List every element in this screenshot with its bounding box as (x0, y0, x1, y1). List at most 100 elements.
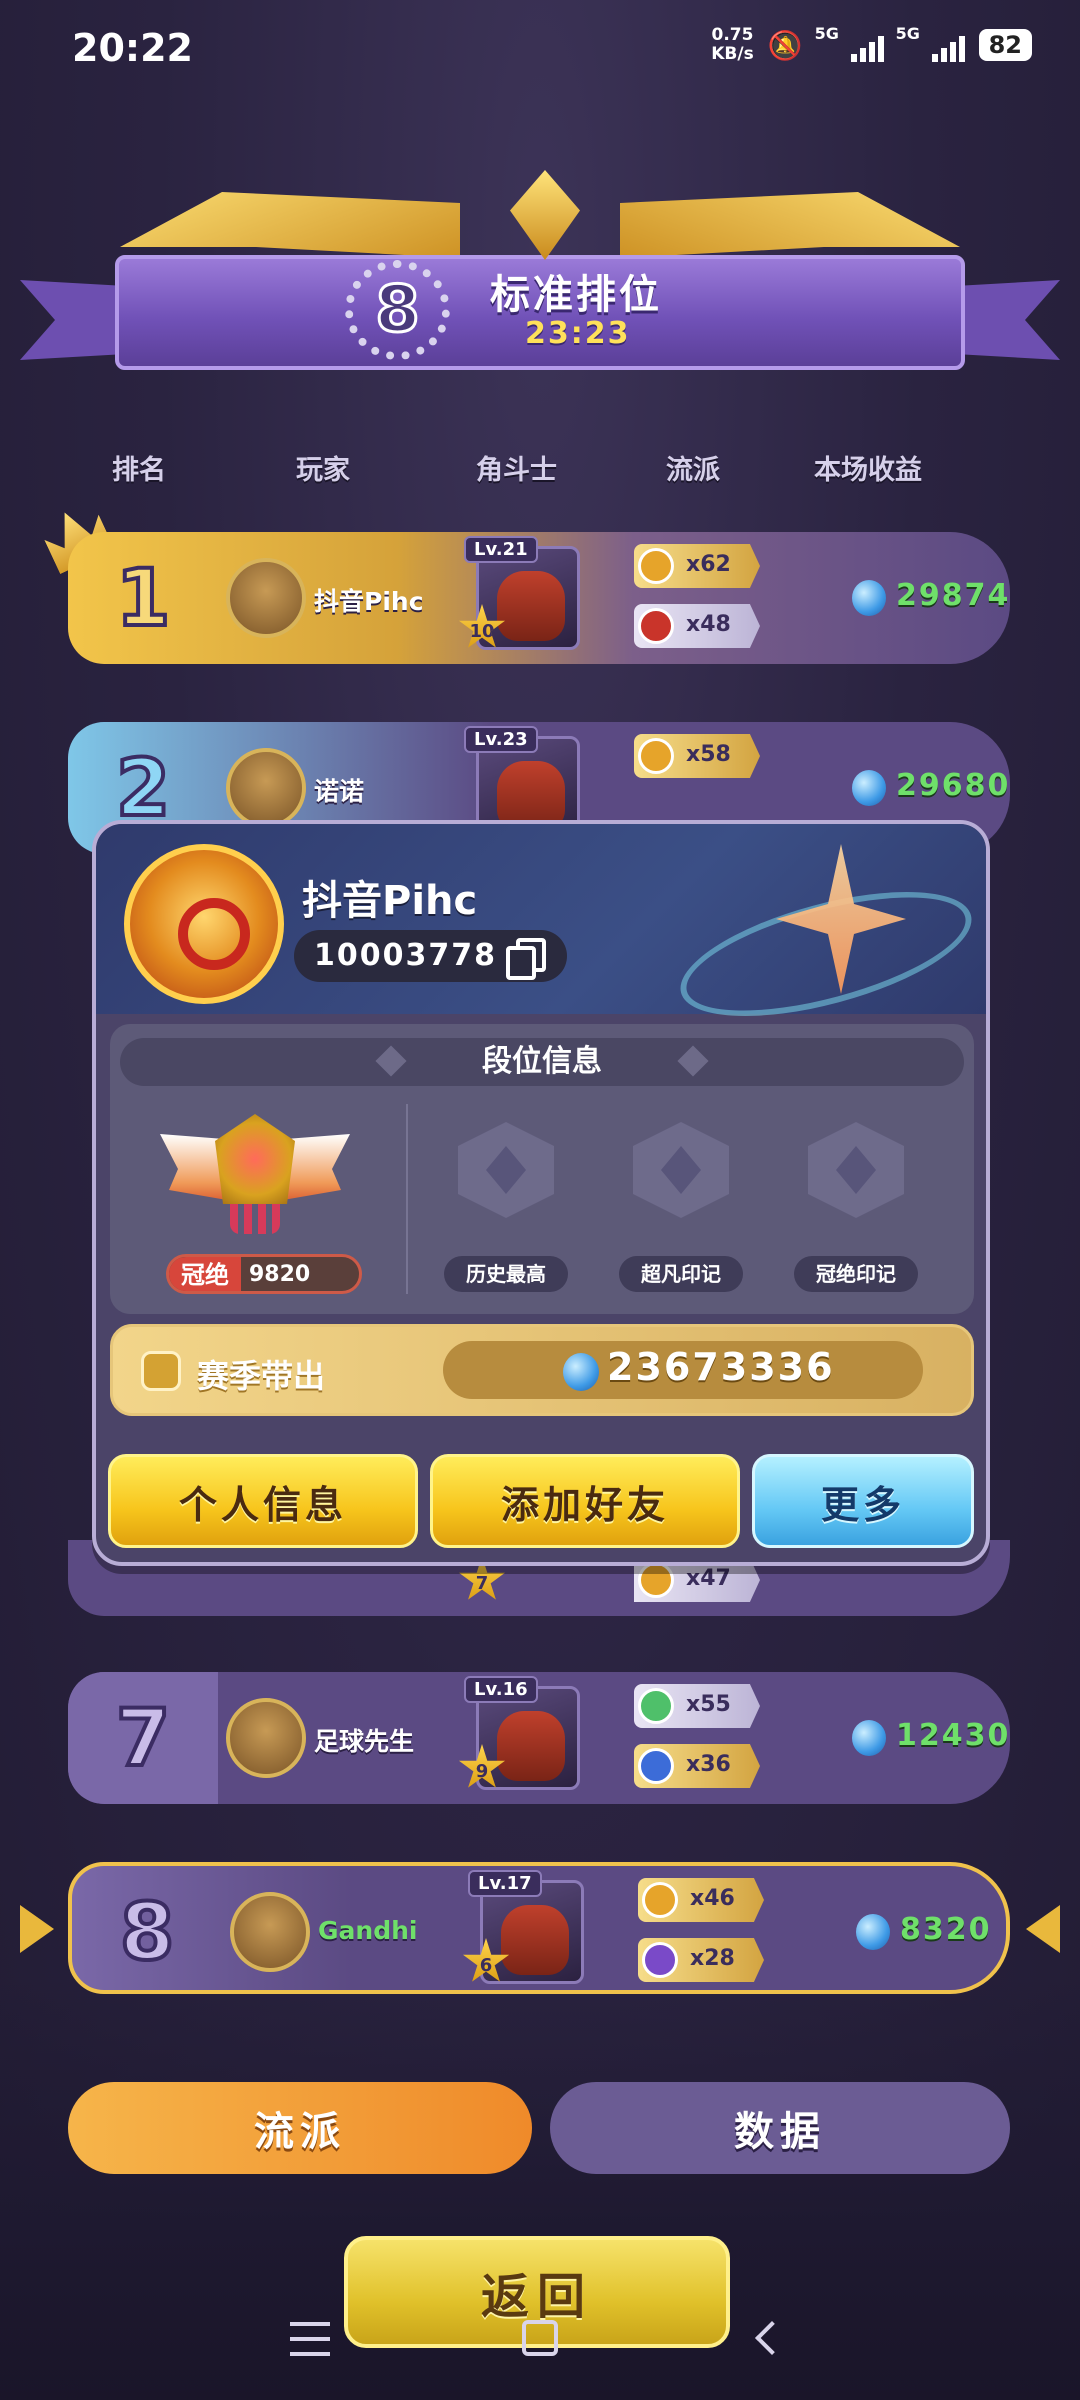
divider (406, 1104, 408, 1294)
header-gladiator: 角斗士 (476, 455, 557, 486)
trait-badge[interactable]: x58 (634, 734, 760, 778)
menu-icon[interactable] (290, 2322, 330, 2356)
header-player: 玩家 (296, 455, 350, 486)
signal-icon-2: 5G (896, 24, 965, 62)
wreath-icon (345, 260, 450, 360)
rank-panel-title-text: 段位信息 (482, 1044, 602, 1079)
ranking-row-self[interactable]: 8 Gandhi Lv.17 6 x46 x28 8320 (68, 1862, 1010, 1994)
rank-slot-mark[interactable]: 超凡印记 (619, 1106, 743, 1296)
current-rank-pill: 冠绝 9820 (166, 1254, 362, 1294)
trait-badge[interactable]: x28 (638, 1938, 764, 1982)
row-rank: 1 (114, 552, 172, 646)
row-rank: 7 (114, 1692, 172, 1786)
banner-gem-icon (510, 170, 580, 260)
trait-count: x48 (686, 612, 731, 637)
current-player-arrow-left-icon (20, 1905, 54, 1953)
popup-header: 抖音Pihc 10003778 (96, 824, 986, 1042)
rank-points: 9820 (249, 1261, 311, 1287)
trait-count: x55 (686, 1692, 731, 1717)
net-speed: 0.75 KB/s (711, 26, 753, 64)
signal-icon: 5G (815, 24, 884, 62)
player-avatar[interactable] (230, 1892, 310, 1972)
trait-count: x36 (686, 1752, 731, 1777)
add-friend-button[interactable]: 添加好友 (430, 1454, 740, 1548)
battery-indicator: 82 (978, 29, 1032, 61)
trait-badge[interactable]: x46 (638, 1878, 764, 1922)
season-carry-bar: 赛季带出 23673336 (110, 1324, 974, 1416)
empty-emblem-icon (633, 1122, 729, 1218)
trait-badge[interactable]: x62 (634, 544, 760, 588)
popup-avatar (124, 844, 284, 1004)
header-rank: 排名 (112, 455, 166, 486)
profile-button[interactable]: 个人信息 (108, 1454, 418, 1548)
gem-icon (852, 580, 886, 616)
trait-badge[interactable]: x55 (634, 1684, 760, 1728)
match-banner: 8 标准排位 23:23 (20, 170, 1060, 400)
rank-info-panel: 段位信息 冠绝 9820 历史最高 超凡印记 冠绝印记 (110, 1024, 974, 1314)
player-profile-popup: 抖音Pihc 10003778 段位信息 冠绝 9820 历史最高 超凡印记 冠… (92, 820, 990, 1566)
potion-trait-icon (638, 1688, 674, 1724)
player-name: 诺诺 (314, 777, 365, 806)
empty-emblem-icon (458, 1122, 554, 1218)
status-icons: 0.75 KB/s 🔕 5G 5G 82 (711, 24, 1032, 64)
sim2-label: 5G (895, 24, 920, 43)
gem-icon (563, 1353, 599, 1391)
rank-panel-title: 段位信息 (120, 1038, 964, 1086)
rank-tier: 冠绝 (169, 1257, 241, 1291)
ranking-row[interactable]: 1 抖音Pihc Lv.21 10 x62 x48 29874 (68, 532, 1010, 664)
system-nav-bar (0, 2300, 1080, 2400)
player-name: 抖音Pihc (314, 587, 424, 616)
home-icon[interactable] (522, 2320, 558, 2356)
earnings: 29680 (896, 768, 1011, 803)
rank-slot-champion-mark[interactable]: 冠绝印记 (794, 1106, 918, 1296)
heart-trait-icon (638, 738, 674, 774)
popup-player-name: 抖音Pihc (302, 878, 478, 924)
heart-trait-icon (638, 548, 674, 584)
tab-style[interactable]: 流派 (68, 2082, 532, 2174)
back-icon[interactable] (755, 2321, 789, 2355)
hero-level: Lv.23 (464, 726, 538, 753)
match-timer: 23:23 (525, 316, 631, 351)
season-label: 赛季带出 (197, 1357, 326, 1395)
placement-badge: 8 (345, 260, 450, 360)
hero-level: Lv.16 (464, 1676, 538, 1703)
flame-trait-icon (638, 608, 674, 644)
empty-emblem-icon (808, 1122, 904, 1218)
earnings: 8320 (900, 1912, 992, 1947)
slot-label: 超凡印记 (619, 1256, 743, 1292)
cycle-trait-icon (642, 1942, 678, 1978)
status-bar: 20:22 0.75 KB/s 🔕 5G 5G 82 (0, 0, 1080, 100)
trait-count: x28 (690, 1946, 735, 1971)
player-avatar[interactable] (226, 1698, 306, 1778)
chest-icon (141, 1351, 181, 1391)
net-speed-unit: KB/s (711, 44, 754, 64)
heart-trait-icon (642, 1882, 678, 1918)
ranking-row[interactable]: 7 足球先生 Lv.16 9 x55 x36 12430 (68, 1672, 1010, 1804)
player-avatar[interactable] (226, 748, 306, 828)
trait-badge[interactable]: x36 (634, 1744, 760, 1788)
rank-slot-history-best[interactable]: 历史最高 (444, 1106, 568, 1296)
season-value: 23673336 (607, 1345, 835, 1389)
slot-label: 历史最高 (444, 1256, 568, 1292)
emblem-core (215, 1114, 295, 1204)
player-name: 足球先生 (314, 1727, 415, 1756)
copy-id-icon[interactable] (506, 938, 546, 980)
trait-badge[interactable]: x48 (634, 604, 760, 648)
tab-data[interactable]: 数据 (550, 2082, 1010, 2174)
rank-emblem-icon (160, 1104, 350, 1244)
trait-count: x46 (690, 1886, 735, 1911)
emblem-drops (230, 1204, 280, 1234)
heart-trait-icon (638, 1562, 674, 1598)
gem-icon (852, 1720, 886, 1756)
player-avatar[interactable] (226, 558, 306, 638)
header-style: 流派 (666, 455, 720, 486)
trait-count: x58 (686, 742, 731, 767)
net-speed-value: 0.75 (711, 25, 754, 45)
gem-icon (852, 770, 886, 806)
player-name: Gandhi (318, 1916, 418, 1945)
row-rank: 8 (118, 1886, 176, 1980)
wing-trait-icon (638, 1748, 674, 1784)
mode-title: 标准排位 (490, 272, 662, 318)
slot-label: 冠绝印记 (794, 1256, 918, 1292)
more-button[interactable]: 更多 (752, 1454, 974, 1548)
